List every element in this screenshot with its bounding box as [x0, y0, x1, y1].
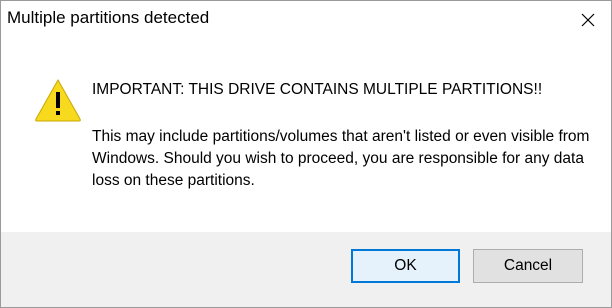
title-bar: Multiple partitions detected [1, 1, 611, 38]
cancel-button[interactable]: Cancel [473, 249, 583, 283]
warning-icon [35, 78, 81, 122]
dialog-content: IMPORTANT: THIS DRIVE CONTAINS MULTIPLE … [1, 38, 611, 231]
close-button[interactable] [565, 1, 611, 38]
ok-button[interactable]: OK [351, 249, 460, 283]
close-icon [581, 13, 595, 26]
warning-message: This may include partitions/volumes that… [92, 128, 590, 189]
message-dialog: Multiple partitions detected IMPORTANT: … [0, 0, 612, 308]
button-bar: OK Cancel [1, 232, 611, 307]
window-title: Multiple partitions detected [7, 8, 210, 27]
warning-heading: IMPORTANT: THIS DRIVE CONTAINS MULTIPLE … [92, 81, 543, 98]
